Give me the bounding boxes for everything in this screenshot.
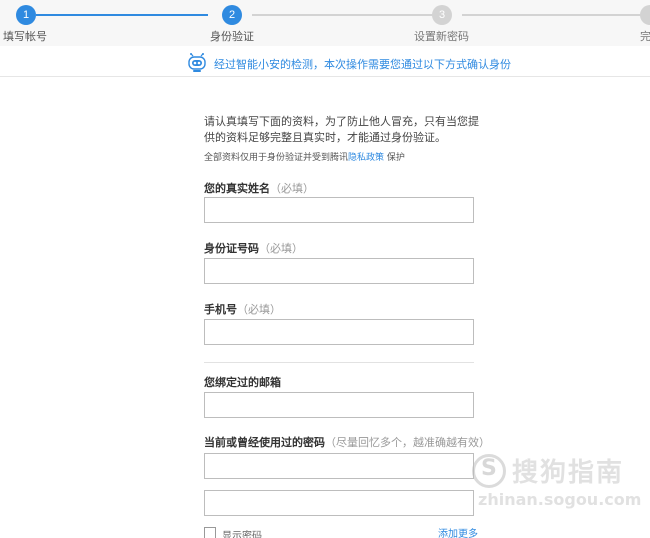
step-1-label: 填写帐号	[3, 30, 47, 43]
id-number-label: 身份证号码（必填）	[204, 240, 303, 256]
real-name-input[interactable]	[204, 197, 474, 223]
privacy-suffix: 保护	[386, 153, 405, 163]
privacy-policy-link[interactable]: 隐私政策	[348, 153, 384, 163]
watermark-url: zhinan.sogou.com	[478, 490, 642, 509]
id-number-label-text: 身份证号码	[204, 242, 259, 255]
password-label: 当前或曾经使用过的密码（尽量回忆多个，越准确越有效）	[204, 434, 490, 450]
real-name-hint: （必填）	[270, 182, 314, 195]
step-4-circle	[640, 5, 650, 25]
real-name-label-text: 您的真实姓名	[204, 182, 270, 195]
step-3-label: 设置新密码	[414, 30, 469, 43]
add-more-link[interactable]: 添加更多	[438, 525, 478, 538]
progress-stepper: 1 2 3 填写帐号 身份验证 设置新密码 完	[0, 0, 650, 46]
phone-label: 手机号（必填）	[204, 301, 281, 317]
notice-text: 经过智能小安的检测，本次操作需要您通过以下方式确认身份	[214, 58, 511, 71]
email-label-text: 您绑定过的邮箱	[204, 376, 281, 389]
password-label-text: 当前或曾经使用过的密码	[204, 436, 325, 449]
password-hint: （尽量回忆多个，越准确越有效）	[325, 436, 490, 449]
show-password-checkbox[interactable]	[204, 527, 216, 538]
step-2-circle: 2	[222, 5, 242, 25]
step-line-3-4	[462, 14, 642, 16]
id-number-input[interactable]	[204, 258, 474, 284]
privacy-note: 全部资料仅用于身份验证并受到腾讯隐私政策 保护	[204, 150, 405, 163]
id-number-hint: （必填）	[259, 242, 303, 255]
watermark-text: 搜狗指南	[512, 458, 625, 488]
show-password-label: 显示密码	[222, 531, 262, 538]
verification-notice: 经过智能小安的检测，本次操作需要您通过以下方式确认身份	[0, 48, 650, 77]
section-divider	[204, 362, 474, 363]
robot-icon	[188, 53, 206, 72]
sogou-logo-letter: S	[481, 456, 497, 481]
email-input[interactable]	[204, 392, 474, 418]
step-3-circle: 3	[432, 5, 452, 25]
form-intro: 请认真填写下面的资料，为了防止他人冒充，只有当您提供的资料足够完整且真实时，才能…	[204, 115, 479, 144]
phone-hint: （必填）	[237, 303, 281, 316]
step-4-label: 完	[640, 30, 650, 43]
email-label: 您绑定过的邮箱	[204, 374, 281, 390]
password-input-2[interactable]	[204, 490, 474, 516]
real-name-label: 您的真实姓名（必填）	[204, 180, 314, 196]
step-line-1-2	[36, 14, 208, 16]
step-2-label: 身份验证	[210, 30, 254, 43]
step-1-circle: 1	[16, 5, 36, 25]
phone-input[interactable]	[204, 319, 474, 345]
password-input-1[interactable]	[204, 453, 474, 479]
step-line-2-3	[252, 14, 434, 16]
privacy-prefix: 全部资料仅用于身份验证并受到腾讯	[204, 153, 349, 163]
sogou-watermark: S 搜狗指南 zhinan.sogou.com	[472, 452, 642, 512]
phone-label-text: 手机号	[204, 303, 237, 316]
